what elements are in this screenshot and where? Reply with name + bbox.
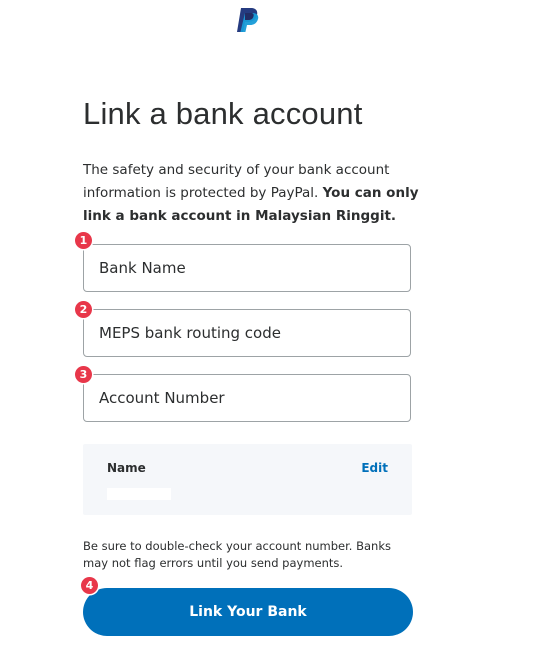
account-number-field[interactable]: Account Number xyxy=(83,374,411,422)
edit-name-link[interactable]: Edit xyxy=(361,461,388,475)
account-holder-name-box: Name Edit xyxy=(83,444,412,515)
link-your-bank-button[interactable]: Link Your Bank xyxy=(83,588,413,636)
routing-code-field[interactable]: MEPS bank routing code xyxy=(83,309,411,357)
bank-name-placeholder: Bank Name xyxy=(99,259,186,277)
step-badge-4: 4 xyxy=(81,577,98,594)
account-number-placeholder: Account Number xyxy=(99,389,225,407)
routing-code-placeholder: MEPS bank routing code xyxy=(99,324,281,342)
page-title: Link a bank account xyxy=(83,96,363,131)
step-badge-3: 3 xyxy=(75,366,92,383)
account-holder-name-value xyxy=(107,488,171,500)
double-check-note: Be sure to double-check your account num… xyxy=(83,539,391,570)
name-label: Name xyxy=(107,461,146,475)
step-badge-1: 1 xyxy=(75,232,92,249)
page-description: The safety and security of your bank acc… xyxy=(83,159,423,228)
paypal-logo-icon xyxy=(237,8,259,32)
step-badge-2: 2 xyxy=(75,301,92,318)
bank-name-field[interactable]: Bank Name xyxy=(83,244,411,292)
